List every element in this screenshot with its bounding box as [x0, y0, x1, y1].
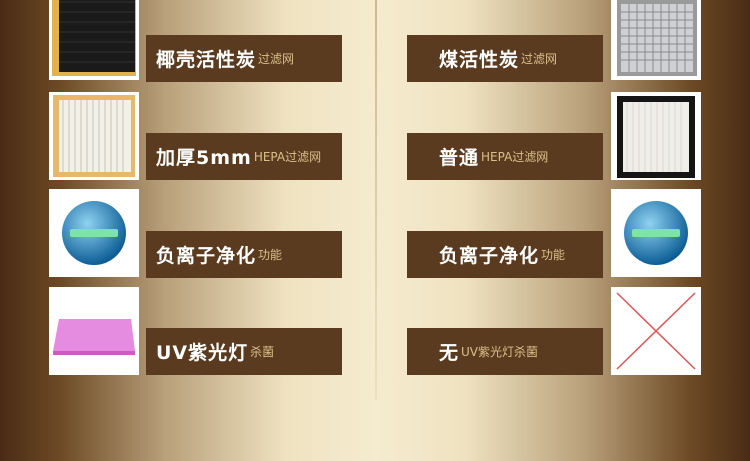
- left-feature-4-sub: 杀菌: [250, 345, 275, 359]
- right-feature-1-sub: 过滤网: [521, 52, 558, 66]
- left-feature-2: 加厚5mm HEPA过滤网: [146, 133, 342, 180]
- left-feature-4: UV紫光灯 杀菌: [146, 328, 342, 375]
- right-feature-1-main: 煤活性炭: [439, 49, 520, 71]
- plain-hepa-filter-icon: [611, 92, 701, 180]
- left-feature-1: 椰壳活性炭 过滤网: [146, 35, 342, 82]
- right-feature-4: 无 UV紫光灯杀菌: [407, 328, 603, 375]
- left-feature-2-main: 加厚5mm: [156, 147, 252, 169]
- hepa-filter-icon: [49, 92, 139, 180]
- left-feature-3: 负离子净化 功能: [146, 231, 342, 278]
- left-feature-1-main: 椰壳活性炭: [156, 49, 257, 71]
- left-feature-3-sub: 功能: [258, 248, 283, 262]
- right-feature-1: 煤活性炭 过滤网: [407, 35, 603, 82]
- right-feature-3-main: 负离子净化: [439, 245, 540, 267]
- right-feature-4-main: 无: [439, 342, 460, 364]
- center-divider: [375, 0, 377, 400]
- right-feature-3: 负离子净化 功能: [407, 231, 603, 278]
- right-feature-2-main: 普通: [439, 147, 480, 169]
- ion-sphere-icon: [611, 189, 701, 277]
- uv-lamp-icon: [49, 287, 139, 375]
- left-feature-2-sub: HEPA过滤网: [253, 150, 322, 164]
- x-mark-icon: [611, 287, 701, 375]
- right-feature-2: 普通 HEPA过滤网: [407, 133, 603, 180]
- left-feature-1-sub: 过滤网: [258, 52, 295, 66]
- carbon-mesh-filter-icon: [611, 0, 701, 80]
- ion-sphere-icon: [49, 189, 139, 277]
- left-feature-3-main: 负离子净化: [156, 245, 257, 267]
- left-feature-4-main: UV紫光灯: [156, 342, 249, 364]
- right-feature-4-sub: UV紫光灯杀菌: [461, 345, 539, 359]
- carbon-filter-icon: [49, 0, 139, 80]
- right-feature-3-sub: 功能: [541, 248, 566, 262]
- right-feature-2-sub: HEPA过滤网: [481, 150, 549, 164]
